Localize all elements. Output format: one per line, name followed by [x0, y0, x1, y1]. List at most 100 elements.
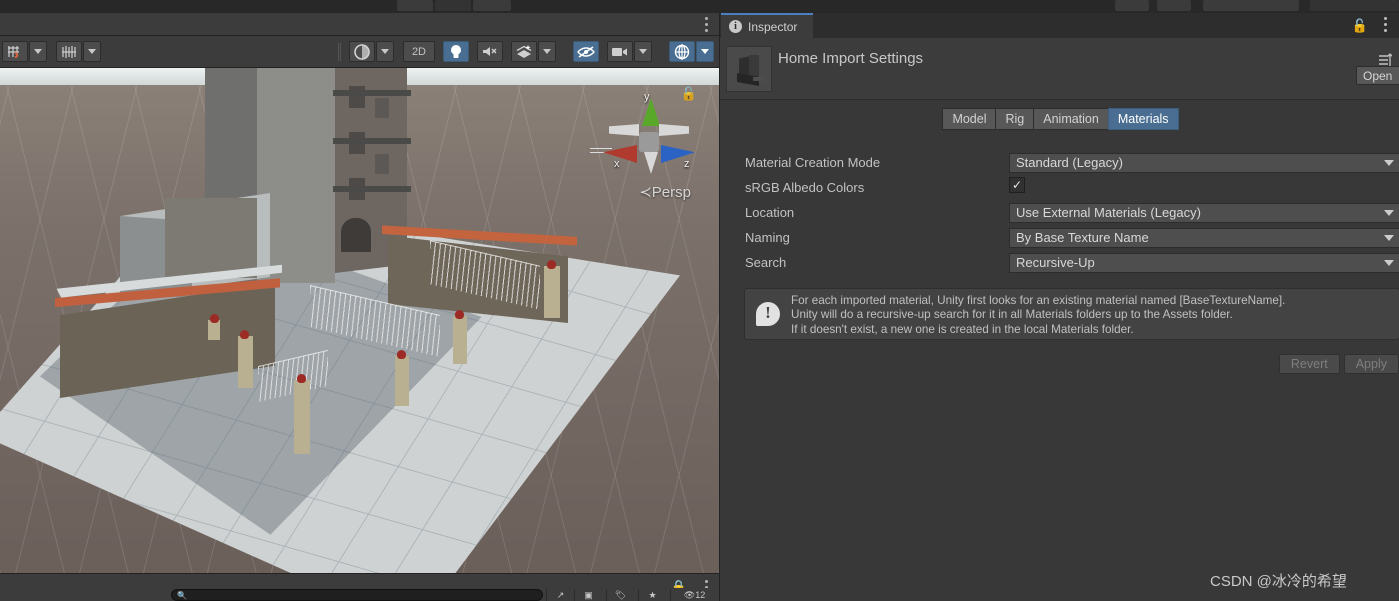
- page-title: Home Import Settings: [778, 50, 924, 67]
- chevron-down-icon: [1384, 234, 1394, 241]
- camera-dropdown-icon[interactable]: [634, 41, 652, 62]
- tab-materials[interactable]: Materials: [1107, 108, 1179, 130]
- model-preview-icon[interactable]: [726, 46, 772, 92]
- naming-label: Naming: [745, 230, 790, 245]
- scene-visibility-icon: 👁: [683, 589, 696, 600]
- info-exclamation-icon: [745, 289, 791, 339]
- tab-model[interactable]: Model: [942, 108, 997, 130]
- unity-editor-window: 2D 🔓 y x z ≺Persp 🔒 🔍 ↗ ▣ 🏷 ★ 👁 12 i Ins…: [0, 0, 1399, 601]
- shading-mode-icon[interactable]: [348, 41, 375, 62]
- gizmo-axis-y-negative[interactable]: [644, 152, 658, 174]
- scene-view-panel: 2D 🔓 y x z ≺Persp 🔒: [0, 13, 719, 601]
- scene-object-post-cap-1: [547, 260, 556, 269]
- gizmo-projection-label[interactable]: ≺Persp: [639, 183, 691, 201]
- material-creation-mode-value: Standard (Legacy): [1016, 155, 1123, 170]
- toggle-2d-label: 2D: [411, 45, 426, 58]
- srgb-albedo-colors-checkbox[interactable]: ✓: [1009, 177, 1025, 193]
- material-creation-mode-label: Material Creation Mode: [745, 155, 881, 170]
- gizmos-icon[interactable]: [669, 41, 695, 62]
- project-search-input[interactable]: 🔍: [171, 589, 543, 601]
- location-dropdown[interactable]: Use External Materials (Legacy): [1009, 202, 1399, 223]
- tab-animation[interactable]: Animation: [1033, 108, 1109, 130]
- inspector-panel: i Inspector 🔓 Home Import Settings Model…: [719, 13, 1399, 601]
- scene-object-post-cap-3: [397, 350, 406, 359]
- scene-object-post-1: [544, 266, 560, 318]
- inspector-overflow-menu-icon[interactable]: [1384, 17, 1388, 35]
- project-expand-icon[interactable]: ↗: [546, 589, 574, 601]
- effects-icon[interactable]: [511, 41, 537, 62]
- shading-mode-dropdown-icon[interactable]: [375, 41, 394, 62]
- scene-viewport[interactable]: 🔓 y x z ≺Persp: [0, 68, 719, 573]
- scene-object-post-4: [294, 380, 310, 454]
- help-line-3: If it doesn't exist, a new one is create…: [791, 322, 1134, 336]
- toolbar-button-clipped-6[interactable]: [1203, 0, 1299, 11]
- srgb-albedo-colors-label: sRGB Albedo Colors: [745, 180, 865, 195]
- scene-object-post-cap-5: [240, 330, 249, 339]
- toolbar-button-clipped-3[interactable]: [473, 0, 511, 11]
- scene-object-post-5: [238, 336, 253, 388]
- scene-tab-bar: [0, 13, 719, 36]
- location-value: Use External Materials (Legacy): [1016, 205, 1201, 220]
- filter-by-label-icon[interactable]: 🏷: [606, 589, 634, 601]
- move-snap-dropdown-icon[interactable]: [83, 41, 101, 62]
- help-info-box: For each imported material, Unity first …: [744, 288, 1399, 340]
- gizmos-dropdown-icon[interactable]: [696, 41, 714, 62]
- chevron-down-icon: [1384, 209, 1394, 216]
- naming-dropdown[interactable]: By Base Texture Name: [1009, 227, 1399, 248]
- toolbar-button-clipped-4[interactable]: [1115, 0, 1149, 11]
- grid-snap-icon[interactable]: [2, 41, 28, 62]
- audio-mute-icon[interactable]: [477, 41, 503, 62]
- scene-object-post-6: [208, 320, 220, 340]
- gizmo-axis-z-negative[interactable]: [659, 124, 689, 136]
- property-row-location: Location Use External Materials (Legacy): [720, 200, 1399, 225]
- tab-rig-label: Rig: [1005, 112, 1025, 126]
- scene-visibility-icon[interactable]: [573, 41, 599, 62]
- scene-object-building-c: [165, 198, 257, 278]
- open-asset-button[interactable]: Open: [1356, 66, 1399, 85]
- search-value: Recursive-Up: [1016, 255, 1095, 270]
- toolbar-divider: [337, 42, 341, 61]
- effects-dropdown-icon[interactable]: [538, 41, 556, 62]
- scene-object-post-3: [395, 356, 409, 406]
- checkmark-icon: ✓: [1011, 178, 1023, 192]
- apply-button[interactable]: Apply: [1343, 354, 1399, 374]
- gizmo-label-x: x: [614, 158, 620, 170]
- scene-object-tower-balcony-1: [333, 90, 411, 96]
- property-row-material-creation-mode: Material Creation Mode Standard (Legacy): [720, 150, 1399, 175]
- gizmo-axis-x-negative[interactable]: [609, 124, 639, 136]
- inspector-tab-bar: i Inspector 🔓: [720, 13, 1399, 38]
- tab-inspector[interactable]: i Inspector: [721, 13, 813, 38]
- tab-rig[interactable]: Rig: [995, 108, 1035, 130]
- gizmo-center-cube[interactable]: [639, 132, 659, 152]
- toggle-2d-button[interactable]: 2D: [402, 41, 435, 62]
- lightbulb-icon[interactable]: [443, 41, 469, 62]
- search-dropdown[interactable]: Recursive-Up: [1009, 252, 1399, 273]
- scene-view-toolbar: 2D: [0, 36, 719, 68]
- grid-snap-dropdown-icon[interactable]: [29, 41, 47, 62]
- materials-properties-list: Material Creation Mode Standard (Legacy)…: [720, 150, 1399, 275]
- camera-icon[interactable]: [607, 41, 633, 62]
- scene-overflow-menu-icon[interactable]: [705, 17, 709, 33]
- toolbar-button-clipped-5[interactable]: [1157, 0, 1191, 11]
- tab-model-label: Model: [952, 112, 987, 126]
- favorites-star-icon[interactable]: ★: [638, 589, 666, 601]
- revert-button[interactable]: Revert: [1278, 354, 1340, 374]
- scene-orientation-gizmo[interactable]: y x z: [595, 88, 705, 198]
- property-row-srgb-albedo-colors: sRGB Albedo Colors ✓: [720, 175, 1399, 200]
- hidden-count-label: 12: [695, 590, 706, 600]
- inspector-lock-icon[interactable]: 🔓: [1352, 18, 1368, 34]
- material-creation-mode-dropdown[interactable]: Standard (Legacy): [1009, 152, 1399, 173]
- help-line-1: For each imported material, Unity first …: [791, 294, 1286, 307]
- import-settings-tabs: Model Rig Animation Materials: [720, 100, 1399, 138]
- search-label: Search: [745, 255, 787, 270]
- hidden-objects-counter[interactable]: 👁 12: [670, 589, 718, 601]
- gizmo-axis-x-positive[interactable]: [603, 145, 637, 163]
- filter-by-type-icon[interactable]: ▣: [574, 589, 602, 601]
- chevron-down-icon: [1384, 259, 1394, 266]
- move-snap-icon[interactable]: [56, 41, 82, 62]
- toolbar-button-clipped-2[interactable]: [435, 0, 471, 11]
- gizmo-label-y: y: [644, 91, 650, 103]
- toolbar-button-clipped-1[interactable]: [397, 0, 433, 11]
- property-row-naming: Naming By Base Texture Name: [720, 225, 1399, 250]
- toolbar-button-clipped-7[interactable]: [1310, 0, 1399, 11]
